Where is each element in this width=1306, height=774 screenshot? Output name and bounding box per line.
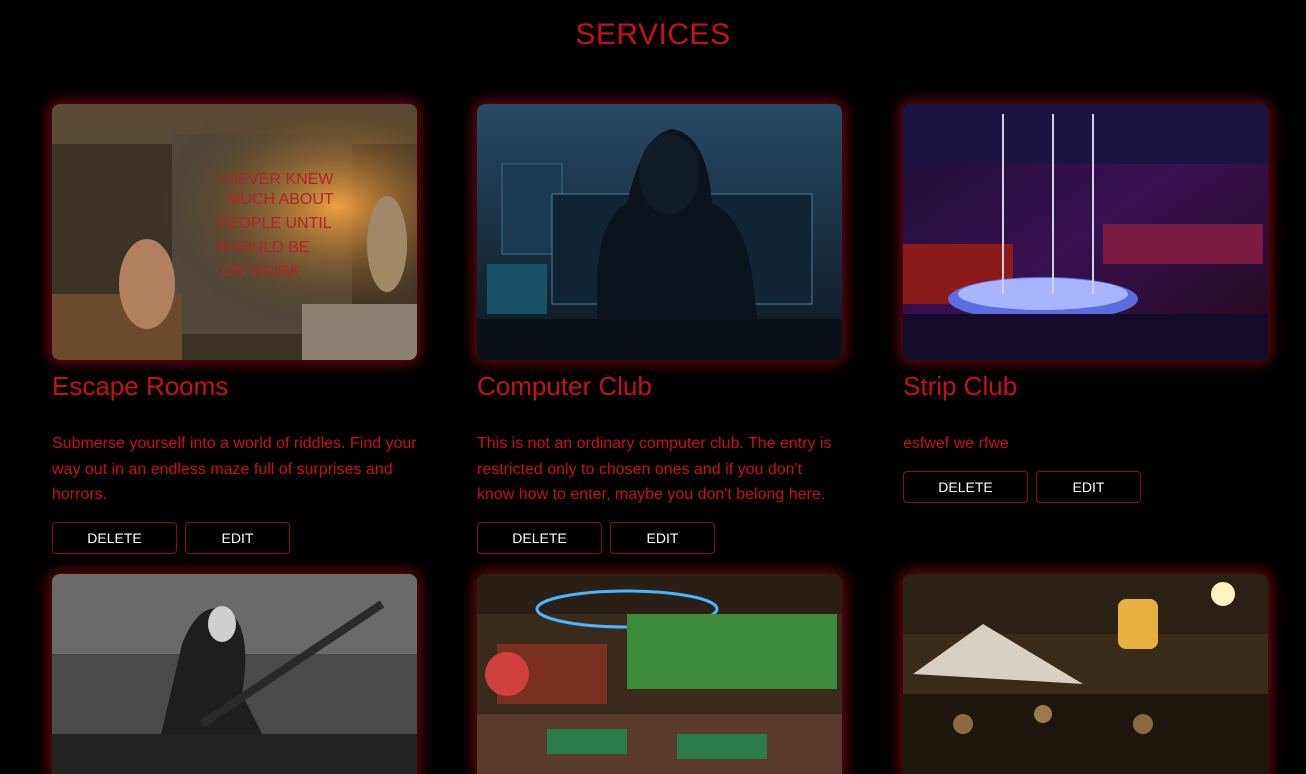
delete-button[interactable]: DELETE	[52, 521, 177, 554]
svg-text:I NEVER KNEW: I NEVER KNEW	[217, 171, 334, 188]
service-card-escape-rooms: I NEVER KNEW MUCH ABOUT PEOPLE UNTIL SHO…	[52, 104, 417, 554]
service-image-6	[903, 574, 1268, 774]
service-image-strip-club	[903, 104, 1268, 360]
service-card-computer-club: Computer Club This is not an ordinary co…	[477, 104, 842, 554]
service-image-escape-rooms: I NEVER KNEW MUCH ABOUT PEOPLE UNTIL SHO…	[52, 104, 417, 360]
delete-button[interactable]: DELETE	[477, 521, 602, 554]
edit-button[interactable]: EDIT	[1036, 470, 1141, 503]
edit-button[interactable]: EDIT	[185, 521, 290, 554]
service-image-4	[52, 574, 417, 774]
service-card-6	[903, 574, 1268, 774]
service-title: Strip Club	[903, 371, 1018, 401]
page-title: SERVICES	[575, 18, 731, 51]
service-title: Computer Club	[477, 371, 652, 401]
service-card-strip-club: Strip Club esfwef we rfwe DELETE EDIT	[903, 104, 1268, 503]
services-page: SERVICES I NEVER KNEW MUCH ABOUT PEOPLE …	[0, 0, 1306, 774]
service-card-5	[477, 574, 842, 774]
service-image-computer-club	[477, 104, 842, 360]
service-description: This is not an ordinary computer club. T…	[477, 435, 832, 503]
delete-button[interactable]: DELETE	[903, 470, 1028, 503]
service-image-5	[477, 574, 842, 774]
svg-text:ON WORK: ON WORK	[222, 263, 301, 280]
edit-button[interactable]: EDIT	[610, 521, 715, 554]
service-description: esfwef we rfwe	[903, 435, 1009, 452]
service-title: Escape Rooms	[52, 371, 229, 401]
svg-text:PEOPLE UNTIL: PEOPLE UNTIL	[217, 215, 332, 232]
svg-text:MUCH ABOUT: MUCH ABOUT	[227, 191, 334, 208]
service-description: Submerse yourself into a world of riddle…	[52, 435, 417, 503]
service-card-4	[52, 574, 417, 774]
svg-text:SHOULD BE: SHOULD BE	[217, 239, 309, 256]
